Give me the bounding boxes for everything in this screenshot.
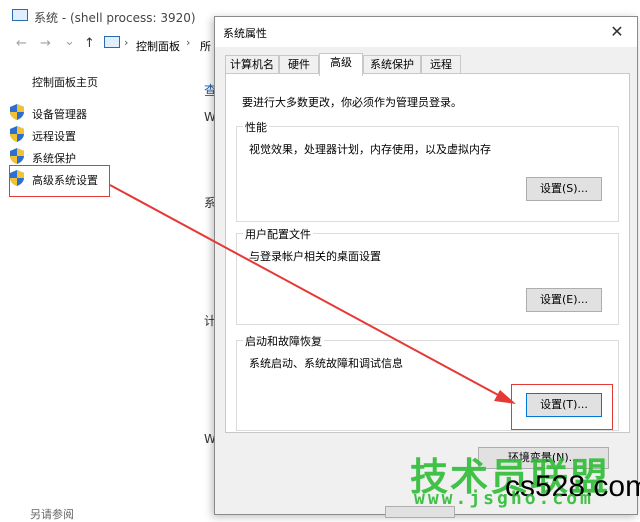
breadcrumb-separator: › [186, 36, 191, 49]
group-description: 系统启动、系统故障和调试信息 [249, 357, 403, 370]
group-legend: 用户配置文件 [243, 226, 313, 242]
shield-icon [10, 126, 24, 142]
dialog-titlebar: 系统属性 ✕ [215, 17, 637, 47]
tab-remote[interactable]: 远程 [421, 55, 461, 75]
shield-icon [10, 148, 24, 164]
user-profiles-group: 用户配置文件 与登录帐户相关的桌面设置 设置(E)... [236, 226, 619, 325]
dialog-title: 系统属性 [223, 27, 267, 40]
close-icon[interactable]: ✕ [607, 22, 627, 41]
breadcrumb-system[interactable]: 所 [200, 38, 211, 54]
performance-group: 性能 视觉效果，处理器计划，内存使用，以及虚拟内存 设置(S)... [236, 119, 619, 222]
sidebar-item-label: 设备管理器 [32, 108, 87, 121]
forward-arrow-icon[interactable]: → [40, 36, 51, 51]
annotation-highlight-box [9, 165, 110, 197]
watermark-url: www.jsgho.com [414, 488, 594, 509]
control-panel-home-link[interactable]: 控制面板主页 [32, 74, 98, 90]
annotation-highlight-box [511, 384, 613, 430]
tab-system-protection[interactable]: 系统保护 [363, 55, 421, 75]
recent-dropdown-icon[interactable]: ⌄ [64, 34, 75, 49]
see-also-label: 另请参阅 [30, 508, 74, 521]
advanced-tab-panel: 要进行大多数更改，你必须作为管理员登录。 性能 视觉效果，处理器计划，内存使用，… [225, 73, 630, 433]
breadcrumb-separator: › [124, 36, 129, 49]
performance-settings-button[interactable]: 设置(S)... [526, 177, 602, 201]
computer-icon [12, 9, 28, 21]
tab-advanced[interactable]: 高级 [319, 53, 363, 76]
group-legend: 启动和故障恢复 [243, 333, 324, 349]
tab-computer-name[interactable]: 计算机名 [225, 55, 279, 75]
sidebar-item-label: 远程设置 [32, 130, 76, 143]
back-arrow-icon[interactable]: ← [16, 36, 27, 51]
up-arrow-icon[interactable]: ↑ [84, 36, 95, 51]
user-profiles-settings-button[interactable]: 设置(E)... [526, 288, 602, 312]
sidebar-item-label: 系统保护 [32, 152, 76, 165]
system-properties-dialog: 系统属性 ✕ 计算机名 硬件 高级 系统保护 远程 要进行大多数更改，你必须作为… [214, 16, 638, 515]
group-description: 视觉效果，处理器计划，内存使用，以及虚拟内存 [249, 143, 491, 156]
breadcrumb-control-panel[interactable]: 控制面板 [136, 38, 180, 54]
tab-hardware[interactable]: 硬件 [279, 55, 319, 75]
shield-icon [10, 104, 24, 120]
group-description: 与登录帐户相关的桌面设置 [249, 250, 381, 263]
tab-bar: 计算机名 硬件 高级 系统保护 远程 [225, 53, 630, 76]
address-computer-icon [104, 36, 120, 48]
system-window-title: 系统 - (shell process: 3920) [34, 11, 196, 25]
admin-note: 要进行大多数更改，你必须作为管理员登录。 [242, 96, 462, 109]
group-legend: 性能 [243, 119, 269, 135]
